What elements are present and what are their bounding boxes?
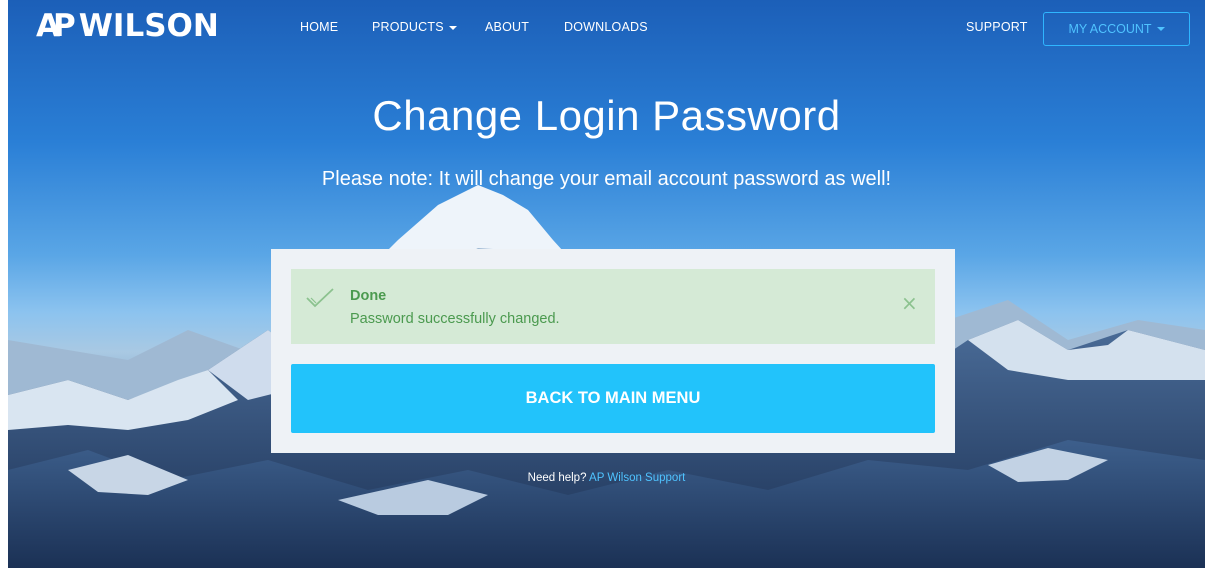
alert-title: Done [350,288,387,304]
success-alert: Done Password successfully changed. × [291,269,935,344]
help-line: Need help? AP Wilson Support [8,472,1205,484]
nav-products-label: PRODUCTS [372,20,444,34]
nav-about[interactable]: ABOUT [485,20,529,34]
nav-downloads[interactable]: DOWNLOADS [564,20,648,34]
my-account-button[interactable]: MY ACCOUNT [1043,12,1190,46]
alert-message: Password successfully changed. [350,311,560,327]
page-note: Please note: It will change your email a… [321,168,892,190]
page-title: Change Login Password [372,92,841,139]
my-account-label: MY ACCOUNT [1068,22,1152,36]
close-icon[interactable]: × [901,291,918,315]
nav-home[interactable]: HOME [300,20,338,34]
help-text: Need help? [527,472,587,484]
caret-down-icon [448,25,457,30]
nav-products[interactable]: PRODUCTS [372,20,457,34]
top-nav: AP WILSON HOME PRODUCTS ABOUT DOWNLOADS S… [8,0,1205,64]
result-panel: Done Password successfully changed. × BA… [271,249,955,453]
hero-background: AP WILSON HOME PRODUCTS ABOUT DOWNLOADS S… [8,0,1205,568]
checkmark-icon [306,288,334,308]
nav-support[interactable]: SUPPORT [966,20,1028,34]
back-to-main-menu-button[interactable]: BACK TO MAIN MENU [291,364,935,433]
caret-down-icon [1156,27,1165,31]
brand-logo[interactable]: AP WILSON [36,8,219,44]
support-link[interactable]: AP Wilson Support [589,472,685,484]
